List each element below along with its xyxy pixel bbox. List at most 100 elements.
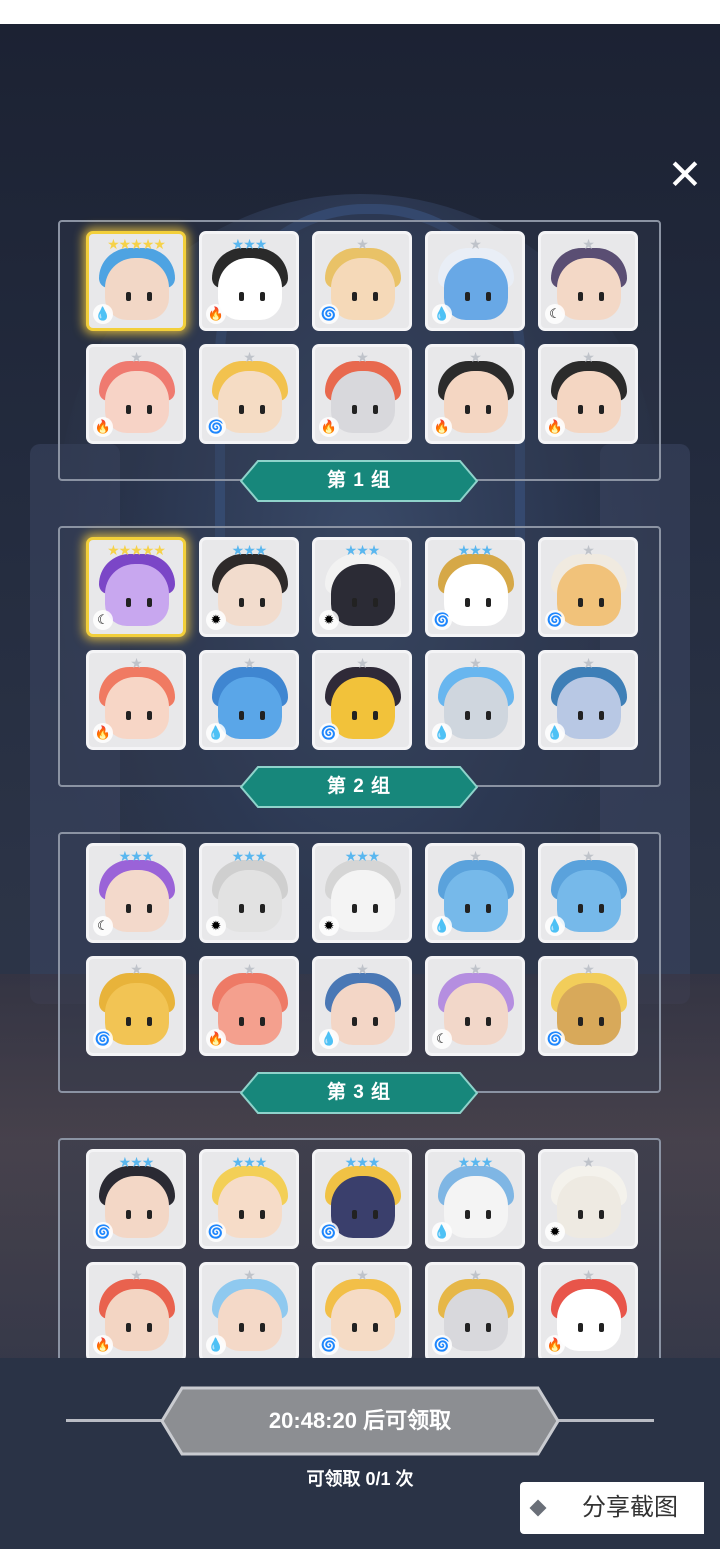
hero-eyes bbox=[235, 1017, 269, 1026]
hero-group-panel: ★★★★★ 💧 ★★★ 🔥 ★ 🌀 ★ 💧 ★ ☾ ★ 🔥 ★ 🌀 ★ 🔥 ★ 🔥 ★ 🔥 bbox=[58, 220, 661, 481]
hero-face bbox=[444, 1289, 508, 1351]
share-screenshot-button[interactable]: 分享截图 bbox=[520, 1482, 704, 1534]
hero-card[interactable]: ★ 🌀 bbox=[538, 956, 638, 1056]
water-drop-icon: 💧 bbox=[432, 1222, 452, 1242]
hero-card[interactable]: ★★★ ✹ bbox=[199, 843, 299, 943]
wind-icon: 🌀 bbox=[93, 1222, 113, 1242]
hero-card[interactable]: ★ 🌀 bbox=[199, 344, 299, 444]
hero-card[interactable]: ★ 🔥 bbox=[86, 344, 186, 444]
hero-eyes bbox=[348, 1017, 382, 1026]
star-rating: ★ bbox=[469, 655, 482, 671]
star-rating: ★ bbox=[582, 961, 595, 977]
hero-card[interactable]: ★ 💧 bbox=[312, 956, 412, 1056]
share-button-label: 分享截图 bbox=[582, 1494, 678, 1521]
hero-eyes bbox=[122, 405, 156, 414]
sun-icon: ✹ bbox=[319, 916, 339, 936]
hero-card[interactable]: ★★★ 🌀 bbox=[86, 1149, 186, 1249]
hero-eyes bbox=[122, 711, 156, 720]
hero-card[interactable]: ★ 🔥 bbox=[86, 650, 186, 750]
water-drop-icon: 💧 bbox=[432, 304, 452, 324]
water-drop-icon: 💧 bbox=[206, 1335, 226, 1355]
fire-icon: 🔥 bbox=[319, 417, 339, 437]
star-rating: ★ bbox=[356, 349, 369, 365]
hero-card[interactable]: ★ 💧 bbox=[199, 650, 299, 750]
hero-face bbox=[105, 371, 169, 433]
group-list[interactable]: ★★★★★ 💧 ★★★ 🔥 ★ 🌀 ★ 💧 ★ ☾ ★ 🔥 ★ 🌀 ★ 🔥 ★ 🔥 ★ 🔥 第 1 组 ★★★★★ ☾ ★★★… bbox=[0, 205, 720, 1358]
fire-icon: 🔥 bbox=[93, 417, 113, 437]
hero-card[interactable]: ★★★ 🔥 bbox=[199, 231, 299, 331]
hero-card[interactable]: ★ 🔥 bbox=[312, 344, 412, 444]
hero-eyes bbox=[235, 598, 269, 607]
hero-eyes bbox=[122, 292, 156, 301]
hero-eyes bbox=[348, 711, 382, 720]
hero-eyes bbox=[235, 711, 269, 720]
hero-card[interactable]: ★ 🔥 bbox=[425, 344, 525, 444]
hero-card[interactable]: ★★★ 🌀 bbox=[312, 1149, 412, 1249]
hero-card[interactable]: ★ 💧 bbox=[199, 1262, 299, 1358]
hero-card[interactable]: ★ 🔥 bbox=[86, 1262, 186, 1358]
hero-face bbox=[557, 1289, 621, 1351]
hero-eyes bbox=[574, 405, 608, 414]
star-rating: ★ bbox=[130, 349, 143, 365]
hero-card[interactable]: ★ 🔥 bbox=[538, 1262, 638, 1358]
close-icon[interactable]: ✕ bbox=[662, 152, 708, 198]
hero-card[interactable]: ★★★★★ ☾ bbox=[86, 537, 186, 637]
hero-card[interactable]: ★★★ ✹ bbox=[312, 843, 412, 943]
hero-card[interactable]: ★ 🔥 bbox=[538, 344, 638, 444]
hero-face bbox=[557, 870, 621, 932]
hero-eyes bbox=[461, 1017, 495, 1026]
hero-card[interactable]: ★ 🌀 bbox=[312, 1262, 412, 1358]
hero-eyes bbox=[235, 904, 269, 913]
hero-card[interactable]: ★ 💧 bbox=[425, 231, 525, 331]
hero-eyes bbox=[122, 1210, 156, 1219]
wind-icon: 🌀 bbox=[206, 417, 226, 437]
star-rating: ★★★ bbox=[231, 236, 268, 252]
hero-card[interactable]: ★ 🌀 bbox=[86, 956, 186, 1056]
hero-card[interactable]: ★ 🌀 bbox=[312, 231, 412, 331]
hero-card[interactable]: ★ ☾ bbox=[425, 956, 525, 1056]
star-rating: ★ bbox=[582, 848, 595, 864]
star-rating: ★ bbox=[130, 961, 143, 977]
wind-icon: 🌀 bbox=[319, 723, 339, 743]
wind-icon: 🌀 bbox=[545, 610, 565, 630]
claim-divider-left bbox=[66, 1419, 170, 1422]
wind-icon: 🌀 bbox=[432, 610, 452, 630]
hero-card[interactable]: ★ 💧 bbox=[538, 843, 638, 943]
star-rating: ★ bbox=[582, 1154, 595, 1170]
hero-face bbox=[331, 1176, 395, 1238]
star-rating: ★ bbox=[582, 1267, 595, 1283]
hero-card[interactable]: ★ 🌀 bbox=[425, 1262, 525, 1358]
wind-icon: 🌀 bbox=[206, 1222, 226, 1242]
hero-face bbox=[557, 983, 621, 1045]
hero-card[interactable]: ★★★ 💧 bbox=[425, 1149, 525, 1249]
hero-card[interactable]: ★★★ ✹ bbox=[199, 537, 299, 637]
hero-face bbox=[557, 371, 621, 433]
hero-eyes bbox=[574, 598, 608, 607]
wind-icon: 🌀 bbox=[432, 1335, 452, 1355]
hero-card[interactable]: ★★★ 🌀 bbox=[199, 1149, 299, 1249]
hero-card[interactable]: ★★★ ✹ bbox=[312, 537, 412, 637]
hero-eyes bbox=[348, 1210, 382, 1219]
wind-icon: 🌀 bbox=[319, 1335, 339, 1355]
hero-card[interactable]: ★ ✹ bbox=[538, 1149, 638, 1249]
fire-icon: 🔥 bbox=[206, 1029, 226, 1049]
hero-eyes bbox=[461, 405, 495, 414]
water-drop-icon: 💧 bbox=[206, 723, 226, 743]
hero-eyes bbox=[122, 598, 156, 607]
hero-card[interactable]: ★ ☾ bbox=[538, 231, 638, 331]
hero-card[interactable]: ★★★ 🌀 bbox=[425, 537, 525, 637]
hero-card[interactable]: ★ 💧 bbox=[425, 843, 525, 943]
claim-button[interactable]: 20:48:20 后可领取 bbox=[160, 1386, 560, 1456]
group-label-banner: 第 1 组 bbox=[240, 460, 478, 502]
hero-card[interactable]: ★★★ ☾ bbox=[86, 843, 186, 943]
moon-icon: ☾ bbox=[432, 1029, 452, 1049]
hero-face bbox=[444, 870, 508, 932]
hero-card[interactable]: ★ 💧 bbox=[538, 650, 638, 750]
hero-face bbox=[331, 983, 395, 1045]
hero-card[interactable]: ★ 🌀 bbox=[312, 650, 412, 750]
hero-card[interactable]: ★ 🌀 bbox=[538, 537, 638, 637]
moon-icon: ☾ bbox=[93, 916, 113, 936]
hero-card[interactable]: ★★★★★ 💧 bbox=[86, 231, 186, 331]
hero-card[interactable]: ★ 💧 bbox=[425, 650, 525, 750]
hero-card[interactable]: ★ 🔥 bbox=[199, 956, 299, 1056]
